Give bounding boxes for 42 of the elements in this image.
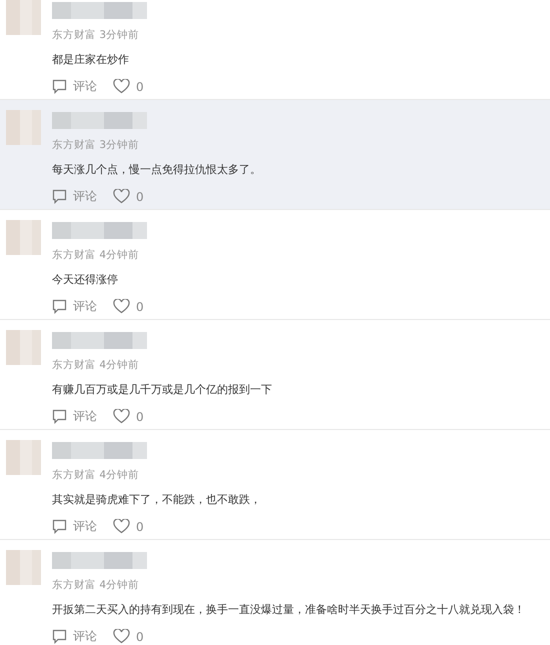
like-button[interactable]: 0 — [113, 409, 144, 424]
reply-button[interactable]: 评论 — [52, 518, 97, 535]
reply-button[interactable]: 评论 — [52, 298, 97, 315]
comment-text: 都是庄家在炒作 — [52, 52, 130, 68]
comment-icon — [52, 299, 67, 314]
avatar-placeholder — [6, 550, 41, 585]
avatar-placeholder — [6, 330, 41, 365]
heart-icon — [113, 189, 130, 204]
heart-icon — [113, 299, 130, 314]
comment-meta: 东方财富 3分钟前 — [52, 29, 140, 42]
comment-text: 有赚几百万或是几千万或是几个亿的报到一下 — [52, 382, 272, 398]
like-button[interactable]: 0 — [113, 189, 144, 204]
comment-text: 今天还得涨停 — [52, 272, 119, 288]
comment-icon — [52, 409, 67, 424]
reply-button[interactable]: 评论 — [52, 628, 97, 645]
like-button[interactable]: 0 — [113, 629, 144, 644]
comment-meta: 东方财富 3分钟前 — [52, 139, 140, 152]
heart-icon — [113, 409, 130, 424]
reply-button[interactable]: 评论 — [52, 408, 97, 425]
like-button[interactable]: 0 — [113, 299, 144, 314]
comment-text: 开扳第二天买入的持有到现在，换手一直没爆过量，准备啥时半天换手过百分之十八就兑现入袋！ — [52, 602, 525, 618]
heart-icon — [113, 519, 130, 534]
comment-icon — [52, 519, 67, 534]
like-button[interactable]: 0 — [113, 519, 144, 534]
heart-icon — [113, 79, 130, 94]
comment-meta: 东方财富 4分钟前 — [52, 249, 140, 262]
comment-text: 其实就是骑虎难下了，不能跌，也不敢跌， — [52, 492, 261, 508]
reply-button[interactable]: 评论 — [52, 78, 97, 95]
heart-icon — [113, 629, 130, 644]
comment-meta: 东方财富 4分钟前 — [52, 359, 140, 372]
comment-meta: 东方财富 4分钟前 — [52, 579, 140, 592]
avatar-placeholder — [6, 0, 41, 35]
comment-text: 每天涨几个点，慢一点免得拉仇恨太多了。 — [52, 162, 261, 178]
avatar-placeholder — [6, 110, 41, 145]
comment-icon — [52, 629, 67, 644]
avatar-placeholder — [6, 220, 41, 255]
comment-icon — [52, 189, 67, 204]
like-button[interactable]: 0 — [113, 79, 144, 94]
comment-icon — [52, 79, 67, 94]
reply-button[interactable]: 评论 — [52, 188, 97, 205]
comment-meta: 东方财富 4分钟前 — [52, 469, 140, 482]
avatar-placeholder — [6, 440, 41, 475]
